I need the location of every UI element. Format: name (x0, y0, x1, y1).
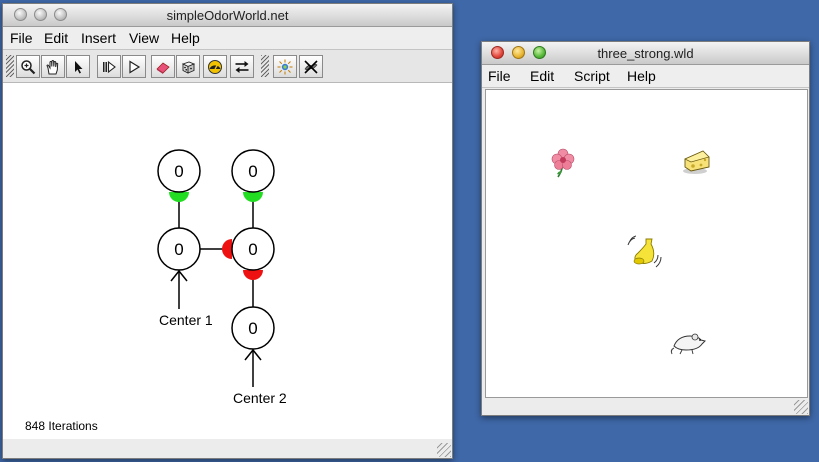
clear-button[interactable] (151, 55, 175, 78)
toolbar-grip[interactable] (6, 55, 14, 77)
network-toolbar (3, 50, 452, 83)
bell-icon[interactable] (626, 233, 662, 271)
window-title: simpleOdorWorld.net (166, 8, 289, 23)
zoom-button[interactable] (16, 55, 40, 78)
interaction-icon (277, 59, 293, 75)
excitatory-synapse[interactable] (169, 192, 189, 202)
no-interaction-button[interactable] (299, 55, 323, 78)
mouse-icon[interactable] (668, 328, 708, 356)
excitatory-synapse[interactable] (243, 192, 263, 202)
gauge-icon (208, 60, 222, 74)
neuron-value: 0 (248, 240, 257, 259)
neuron-mid-left[interactable]: 0 (157, 227, 201, 271)
neuron-value: 0 (248, 319, 257, 338)
network-diagram: 0 0 0 0 0 Center 1 Center 2 (157, 149, 287, 406)
play-icon (129, 60, 141, 74)
world-window-titlebar[interactable]: three_strong.wld (482, 42, 809, 65)
toolbar-grip[interactable] (261, 55, 269, 77)
hand-icon (46, 60, 59, 75)
menu-edit[interactable]: Edit (530, 68, 554, 84)
neuron-mid-right[interactable]: 0 (231, 227, 275, 271)
cheese-icon[interactable] (681, 147, 713, 177)
menu-help[interactable]: Help (627, 68, 656, 84)
swap-button[interactable] (230, 55, 254, 78)
sensor-label-center-2: Center 2 (233, 390, 287, 406)
resize-grip[interactable] (437, 443, 451, 457)
pan-button[interactable] (41, 55, 65, 78)
swap-arrows-icon (235, 61, 249, 73)
world-menubar: File Edit Script Help (482, 65, 809, 88)
sensor-arrow-center-1 (170, 269, 188, 309)
menu-script[interactable]: Script (574, 68, 610, 84)
arrow-icon (75, 61, 83, 74)
resize-grip[interactable] (794, 400, 808, 414)
menu-insert[interactable]: Insert (81, 30, 116, 46)
gauge-button[interactable] (203, 55, 227, 78)
iterations-counter: 848 Iterations (25, 419, 98, 433)
menu-edit[interactable]: Edit (44, 30, 68, 46)
inhibitory-synapse[interactable] (243, 270, 263, 280)
zoom-icon (21, 60, 36, 75)
menu-view[interactable]: View (129, 30, 159, 46)
neuron-top-right[interactable]: 0 (231, 149, 275, 193)
randomize-button[interactable] (176, 55, 200, 78)
neuron-bottom-right[interactable]: 0 (231, 306, 275, 350)
menu-file[interactable]: File (488, 68, 511, 84)
menu-file[interactable]: File (10, 30, 33, 46)
play-button[interactable] (122, 55, 146, 78)
network-canvas[interactable]: 0 0 0 0 0 Center 1 Center 2 848 Iteratio… (3, 83, 452, 439)
sensor-arrow-center-2 (244, 348, 262, 387)
neuron-top-left[interactable]: 0 (157, 149, 201, 193)
network-window-titlebar[interactable]: simpleOdorWorld.net (3, 4, 452, 27)
interaction-button[interactable] (273, 55, 297, 78)
neuron-value: 0 (248, 162, 257, 181)
menu-help[interactable]: Help (171, 30, 200, 46)
sensor-label-center-1: Center 1 (159, 312, 213, 328)
inhibitory-synapse[interactable] (222, 239, 232, 259)
no-interaction-icon (304, 60, 318, 74)
step-icon (103, 60, 116, 74)
world-window: three_strong.wld File Edit Script Help (481, 41, 810, 416)
eraser-icon (156, 62, 170, 74)
network-menubar: File Edit Insert View Help (3, 27, 452, 50)
flower-icon[interactable] (548, 147, 578, 181)
step-button[interactable] (97, 55, 121, 78)
dice-icon (181, 61, 196, 74)
network-window: simpleOdorWorld.net File Edit Insert Vie… (2, 3, 453, 459)
window-title: three_strong.wld (597, 46, 694, 61)
world-canvas[interactable] (485, 89, 808, 398)
neuron-value: 0 (174, 162, 183, 181)
neuron-value: 0 (174, 240, 183, 259)
select-button[interactable] (66, 55, 90, 78)
